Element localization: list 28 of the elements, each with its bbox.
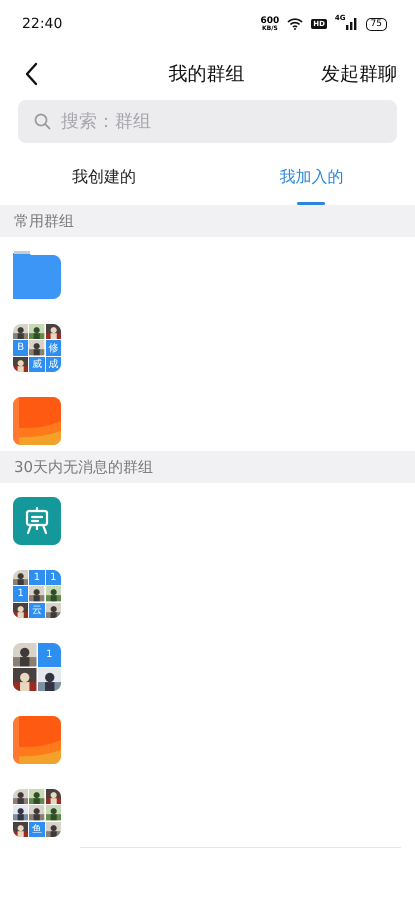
whiteboard-icon xyxy=(13,497,61,545)
letter-avatar: 鱼 xyxy=(29,822,45,837)
letter-avatar: 威 xyxy=(29,356,45,372)
letter-avatar: 修 xyxy=(46,340,61,356)
folder-icon xyxy=(13,251,61,299)
section-header: 30天内无消息的群组 xyxy=(0,451,415,483)
tab[interactable]: 我创建的 xyxy=(0,150,208,205)
letter-avatar: 1 xyxy=(13,586,28,602)
status-time: 22:40 xyxy=(22,16,64,32)
start-group-chat-button[interactable]: 发起群聊 xyxy=(321,61,397,87)
letter-avatar: B xyxy=(13,340,28,356)
section-header: 常用群组 xyxy=(0,205,415,237)
tab[interactable]: 我加入的 xyxy=(208,150,415,205)
letter-avatar: 1 xyxy=(38,643,61,666)
battery-level: 75 xyxy=(366,18,387,30)
wifi-icon xyxy=(287,18,304,30)
signal-icon xyxy=(346,18,358,30)
search-icon xyxy=(34,113,51,130)
back-icon xyxy=(24,62,38,86)
letter-avatar: 1 xyxy=(46,570,61,586)
letter-avatar: 1 xyxy=(29,570,45,586)
network-speed: 600 xyxy=(260,16,280,26)
group-avatar xyxy=(13,716,61,764)
search-field[interactable]: 搜索：群组 xyxy=(18,100,397,143)
group-avatar xyxy=(13,397,61,445)
letter-avatar: 成 xyxy=(46,356,61,372)
page-title: 我的群组 xyxy=(168,62,246,87)
letter-avatar: 云 xyxy=(29,602,45,618)
